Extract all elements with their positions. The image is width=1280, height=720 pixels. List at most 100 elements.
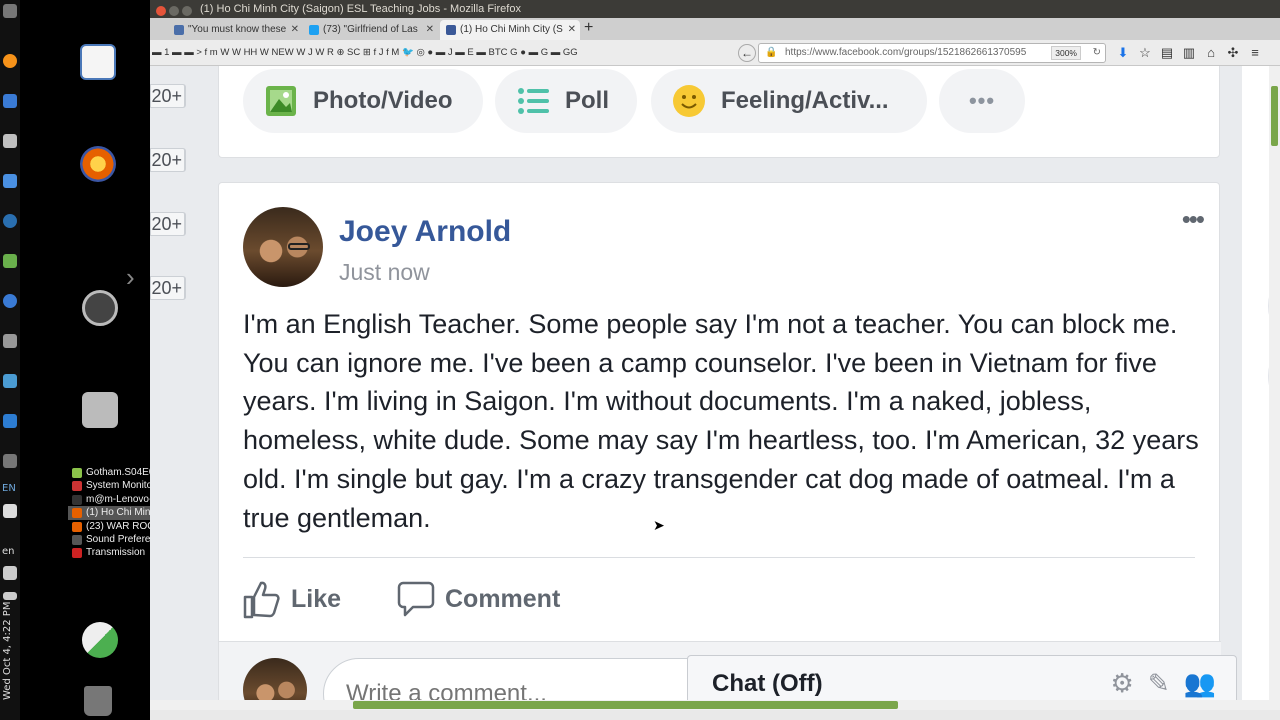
photo-video-button[interactable]: Photo/Video xyxy=(243,69,483,133)
library-icon[interactable]: ▤ xyxy=(1156,40,1178,66)
bookmark-star-icon[interactable]: ☆ xyxy=(1134,40,1156,66)
bitcoin-icon[interactable] xyxy=(3,54,17,68)
window-list-label: Transmission xyxy=(86,547,146,559)
window-list-label: System Monitor xyxy=(86,480,156,492)
close-tab-icon[interactable]: ✕ xyxy=(291,20,299,40)
back-button[interactable]: ← xyxy=(738,44,756,62)
post-text: I'm an English Teacher. Some people say … xyxy=(243,309,1199,533)
app-icon xyxy=(72,548,82,559)
poll-list-icon xyxy=(518,88,549,114)
app-icon[interactable] xyxy=(3,174,17,188)
desktop: EN en Wed Oct 4, 4:22 PM › Gotham.S04E0.… xyxy=(0,0,1280,720)
photo-icon xyxy=(266,86,296,116)
app-icon xyxy=(72,494,82,505)
app-icon[interactable] xyxy=(3,254,17,268)
chat-label[interactable]: Chat (Off) xyxy=(712,670,823,698)
app-icon xyxy=(72,508,82,519)
monitor-icon[interactable] xyxy=(3,334,17,348)
url-text: https://www.facebook.com/groups/15218626… xyxy=(785,47,1027,58)
reload-icon[interactable]: ↻ xyxy=(1093,44,1101,62)
post-author[interactable]: Joey Arnold xyxy=(339,215,511,249)
wifi-icon[interactable] xyxy=(3,504,17,518)
count-badge[interactable]: 20+ xyxy=(150,212,186,236)
addon-icon[interactable]: ✣ xyxy=(1222,40,1244,66)
count-badge[interactable]: 20+ xyxy=(150,84,186,108)
battery-icon[interactable] xyxy=(3,592,17,600)
post-timestamp[interactable]: Just now xyxy=(339,259,430,286)
comment-label: Comment xyxy=(445,585,561,613)
more-options-button[interactable]: ••• xyxy=(939,69,1025,133)
add-people-icon[interactable]: 👥 xyxy=(1184,668,1216,699)
page-content: 20+ 20+ 20+ 20+ Photo/Video Poll Feeling… xyxy=(150,66,1280,710)
download-icon[interactable]: ⬇ xyxy=(1112,40,1134,66)
poll-label: Poll xyxy=(565,87,610,114)
trash-icon[interactable] xyxy=(84,686,112,716)
scrollbar-thumb[interactable] xyxy=(1271,86,1278,146)
gear-icon[interactable]: ⚙ xyxy=(1111,668,1134,699)
bookmarks-toolbar[interactable]: ▬ 1 ▬ ▬ > f m W W HH W NEW W J W R ⊕ SC … xyxy=(152,40,737,66)
post-card: Joey Arnold Just now ••• I'm an English … xyxy=(218,182,1221,710)
chevron-right-icon[interactable]: › xyxy=(126,262,135,293)
compose-icon[interactable]: ✎ xyxy=(1148,668,1170,699)
power-icon[interactable] xyxy=(3,4,17,18)
count-badge[interactable]: 20+ xyxy=(150,276,186,300)
more-dots-icon: ••• xyxy=(968,88,996,113)
poll-button[interactable]: Poll xyxy=(495,69,637,133)
tab-label: "You must know these xyxy=(188,24,287,35)
window-title: (1) Ho Chi Minh City (Saigon) ESL Teachi… xyxy=(200,3,521,15)
nav-bar: ▬ 1 ▬ ▬ > f m W W HH W NEW W J W R ⊕ SC … xyxy=(150,40,1280,66)
tab-bar: "You must know these ✕ (73) "Girlfriend … xyxy=(150,18,1280,40)
volume-icon[interactable] xyxy=(3,566,17,580)
keyboard-layout[interactable]: EN xyxy=(2,483,16,494)
writer-icon[interactable] xyxy=(80,44,116,80)
tab-ho-chi-minh[interactable]: (1) Ho Chi Minh City (S ✕ xyxy=(440,20,580,40)
url-bar[interactable]: 🔒 https://www.facebook.com/groups/152186… xyxy=(758,43,1106,63)
close-tab-icon[interactable]: ✕ xyxy=(426,20,434,40)
grid-icon[interactable] xyxy=(3,134,17,148)
like-button[interactable]: Like xyxy=(243,579,353,619)
chrome-icon[interactable] xyxy=(3,294,17,308)
app-icon[interactable] xyxy=(3,414,17,428)
count-badge[interactable]: 20+ xyxy=(150,148,186,172)
close-tab-icon[interactable]: ✕ xyxy=(568,20,576,40)
bluetooth-icon[interactable] xyxy=(3,454,17,468)
app-icon xyxy=(72,534,82,545)
user-switch-icon[interactable] xyxy=(82,622,118,658)
globe-icon[interactable] xyxy=(3,214,17,228)
maximize-window-icon[interactable] xyxy=(182,6,192,16)
menu-icon[interactable]: ≡ xyxy=(1244,40,1266,66)
app-icon xyxy=(72,481,82,492)
tab-girlfriend[interactable]: (73) "Girlfriend of Las ✕ xyxy=(303,20,438,40)
photo-video-label: Photo/Video xyxy=(313,87,453,114)
chat-icons: ⚙ ✎ 👥 xyxy=(1097,668,1216,699)
right-rail xyxy=(1242,66,1280,700)
scrollbar-thumb[interactable] xyxy=(353,701,898,709)
minimize-window-icon[interactable] xyxy=(169,6,179,16)
tab-you-must-know[interactable]: "You must know these ✕ xyxy=(168,20,303,40)
firefox-window: (1) Ho Chi Minh City (Saigon) ESL Teachi… xyxy=(150,0,1280,720)
post-options-icon[interactable]: ••• xyxy=(1182,206,1205,232)
atom-icon[interactable] xyxy=(3,374,17,388)
comment-button[interactable]: Comment xyxy=(397,579,577,619)
new-tab-button[interactable]: + xyxy=(584,19,593,37)
feeling-activity-button[interactable]: Feeling/Activ... xyxy=(651,69,927,133)
tab-favicon xyxy=(174,25,184,35)
facebook-icon xyxy=(446,25,456,35)
author-avatar[interactable] xyxy=(243,207,323,287)
ubuntu-icon[interactable] xyxy=(82,290,118,326)
comment-bubble-icon xyxy=(397,581,435,617)
firefox-icon[interactable] xyxy=(80,146,116,182)
files-icon[interactable] xyxy=(82,392,118,428)
horizontal-scrollbar[interactable] xyxy=(150,700,1280,710)
toolbar-icons: ⬇ ☆ ▤ ▥ ⌂ ✣ ≡ xyxy=(1112,40,1266,66)
app-icon xyxy=(72,521,82,532)
clock[interactable]: Wed Oct 4, 4:22 PM xyxy=(2,602,13,700)
zoom-indicator[interactable]: 300% xyxy=(1051,46,1081,60)
close-window-icon[interactable] xyxy=(156,6,166,16)
calendar-icon[interactable] xyxy=(3,94,17,108)
pocket-icon[interactable]: ▥ xyxy=(1178,40,1200,66)
vertical-scrollbar[interactable] xyxy=(1269,66,1280,700)
keyboard-layout-lower: en xyxy=(2,546,15,557)
home-icon[interactable]: ⌂ xyxy=(1200,40,1222,66)
like-label: Like xyxy=(291,585,342,613)
